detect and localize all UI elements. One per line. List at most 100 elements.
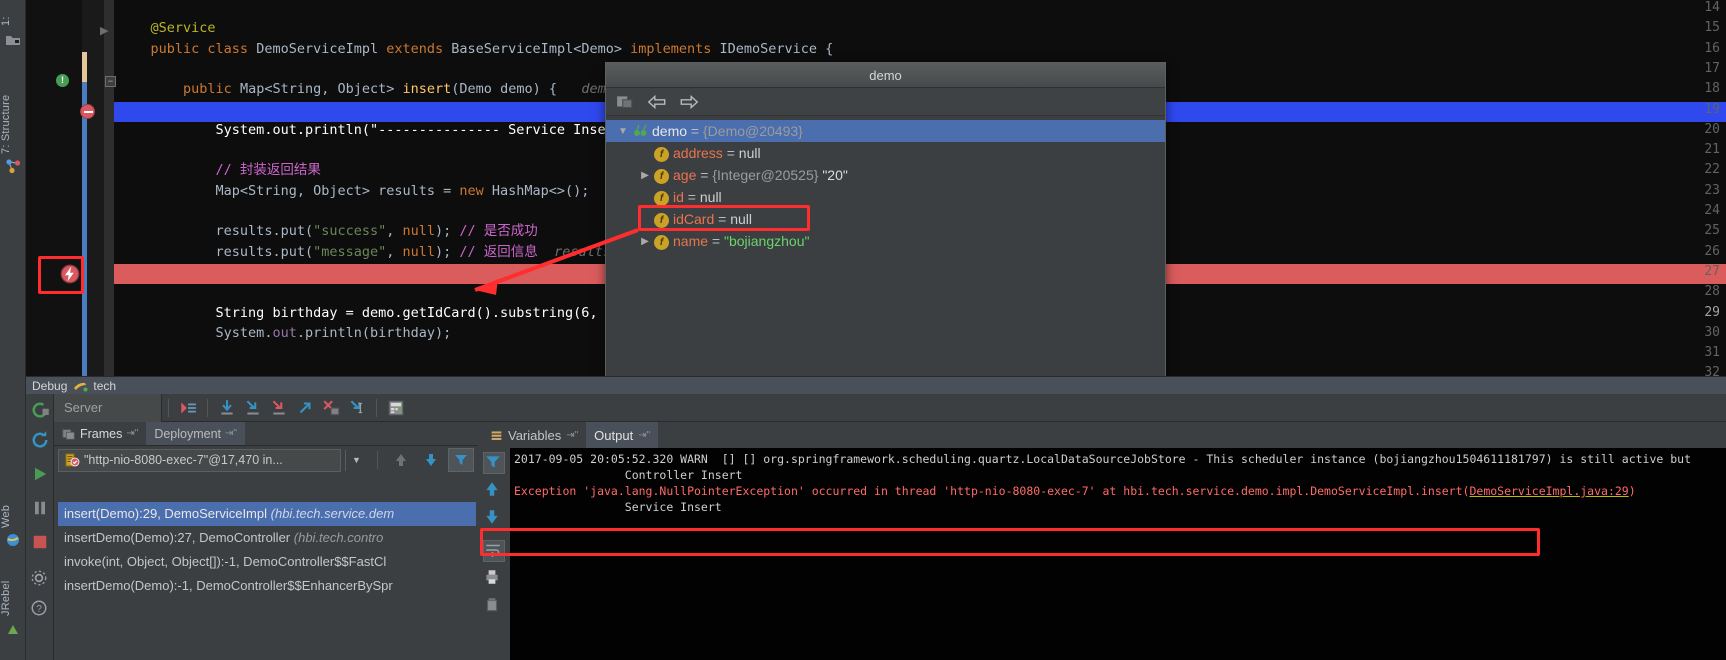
console-line: Service Insert — [514, 500, 722, 514]
tab-output[interactable]: Output ⇥" — [586, 422, 659, 448]
rerun-icon[interactable] — [30, 400, 50, 420]
scroll-to-end-icon[interactable] — [483, 452, 505, 474]
variable-inspector-popup[interactable]: demo ▼ demo = {Demo@20493} f address = null… — [605, 62, 1166, 400]
debug-window-label: Debug — [32, 378, 68, 393]
filter-icon[interactable] — [448, 448, 474, 472]
console-output[interactable]: 2017-09-05 20:05:52.320 WARN [] [] org.s… — [510, 448, 1726, 660]
popup-toolbar — [606, 88, 1165, 116]
help-icon[interactable]: ? — [30, 599, 50, 619]
code-line[interactable]: public class DemoServiceImpl extends Bas… — [114, 39, 1726, 59]
code-line[interactable]: @Service — [114, 18, 1726, 38]
debug-frame-marker[interactable] — [82, 82, 87, 376]
frame-row[interactable]: insert(Demo):29, DemoServiceImpl (hbi.te… — [58, 502, 476, 526]
field-icon: f — [654, 234, 669, 250]
implemented-method-icon[interactable]: ! — [56, 74, 69, 87]
toolbar-separator-2 — [207, 398, 208, 417]
tab-label: Variables — [508, 427, 562, 443]
toolbar-separator — [168, 398, 169, 417]
arrow-up-icon[interactable] — [388, 448, 414, 472]
debug-left-rail: ? — [26, 394, 54, 660]
step-over-icon[interactable] — [214, 396, 240, 420]
resume-icon[interactable] — [30, 464, 50, 484]
settings-icon[interactable] — [30, 569, 50, 589]
debug-window-body: ? Server Frames ⇥" Deployment ⇥" "http-n… — [26, 393, 1726, 660]
stacktrace-link[interactable]: DemoServiceImpl.java:29 — [1469, 484, 1628, 498]
ide-window: 1: 7: Structure Web JRebel 14 15 16 17 1… — [0, 0, 1726, 660]
frame-package: (hbi.tech.contro — [293, 530, 384, 545]
fold-collapse-icon[interactable]: − — [105, 76, 116, 87]
frames-list[interactable]: insert(Demo):29, DemoServiceImpl (hbi.te… — [58, 502, 476, 660]
variable-row[interactable]: ▶ f name = "bojiangzhou" — [606, 230, 1165, 252]
variable-value: {Demo@20493} — [703, 123, 803, 139]
tab-pin-icon[interactable]: ⇥" — [126, 428, 138, 439]
drop-frame-icon[interactable] — [318, 396, 344, 420]
frame-row[interactable]: insertDemo(Demo):-1, DemoController$$Enh… — [58, 574, 476, 598]
project-icon — [6, 36, 20, 45]
variable-row[interactable]: ▶ f age = {Integer@20525} "20" — [606, 164, 1165, 186]
forward-arrow-icon[interactable] — [678, 91, 700, 113]
evaluate-expression-icon[interactable] — [614, 91, 636, 113]
twisty-right-icon[interactable]: ▶ — [636, 165, 654, 187]
tab-variables[interactable]: Variables ⇥" — [482, 422, 586, 448]
force-step-into-icon[interactable] — [266, 396, 292, 420]
twisty-right-icon[interactable]: ▶ — [636, 231, 654, 253]
sidebar-item-jrebel[interactable]: JRebel — [0, 560, 26, 616]
run-to-cursor-icon[interactable] — [344, 396, 370, 420]
code-line[interactable] — [114, 0, 1726, 18]
arrow-down-icon[interactable] — [418, 448, 444, 472]
soft-wrap-icon[interactable] — [483, 540, 505, 562]
arrow-up-icon[interactable] — [483, 480, 505, 502]
tab-pin-icon[interactable]: ⇥" — [638, 430, 650, 441]
variable-row[interactable]: f address = null — [606, 142, 1165, 164]
step-into-icon[interactable] — [240, 396, 266, 420]
frames-icon — [62, 428, 75, 440]
frame-row[interactable]: invoke(int, Object, Object[]):-1, DemoCo… — [58, 550, 476, 574]
console-line: Exception 'java.lang.NullPointerExceptio… — [514, 484, 1636, 498]
frame-row[interactable]: insertDemo(Demo):27, DemoController (hbi… — [58, 526, 476, 550]
variable-name: age — [673, 167, 697, 183]
variable-row[interactable]: ▼ demo = {Demo@20493} — [606, 120, 1165, 142]
editor-folding-strip[interactable] — [104, 0, 114, 376]
back-arrow-icon[interactable] — [646, 91, 668, 113]
show-execution-point-icon[interactable] — [175, 396, 201, 420]
twisty-down-icon[interactable]: ▼ — [614, 121, 632, 143]
tab-deployment[interactable]: Deployment ⇥" — [146, 422, 245, 445]
variable-name: address — [673, 145, 723, 161]
thread-suspended-icon — [65, 453, 80, 467]
sidebar-item-project[interactable]: 1: — [0, 2, 26, 26]
restart-icon[interactable] — [30, 430, 50, 450]
changed-lines-marker[interactable] — [82, 52, 87, 82]
structure-icon — [6, 159, 21, 174]
sidebar-item-web[interactable]: Web — [0, 490, 26, 528]
clear-all-icon[interactable] — [483, 596, 505, 618]
evaluate-expression-icon[interactable] — [383, 396, 409, 420]
tomcat-icon — [74, 382, 88, 391]
frames-tabbar: Frames ⇥" Deployment ⇥" — [54, 422, 478, 446]
tab-pin-icon[interactable]: ⇥" — [225, 428, 237, 439]
variable-tree[interactable]: ▼ demo = {Demo@20493} f address = null ▶ f age… — [606, 116, 1165, 399]
variable-name: id — [673, 189, 684, 205]
print-icon[interactable] — [483, 568, 505, 590]
arrow-down-icon[interactable] — [483, 508, 505, 530]
variable-equals: = — [696, 167, 713, 183]
console-rail — [478, 448, 510, 660]
run-method-icon[interactable]: ▶ — [100, 24, 108, 37]
chevron-down-icon[interactable]: ▼ — [345, 449, 367, 471]
breakpoint-icon[interactable] — [80, 104, 95, 119]
thread-selector[interactable]: "http-nio-8080-exec-7"@17,470 in... — [58, 448, 341, 472]
tab-pin-icon[interactable]: ⇥" — [566, 430, 578, 441]
exception-breakpoint-icon[interactable] — [60, 264, 80, 284]
tab-frames[interactable]: Frames ⇥" — [54, 422, 147, 445]
pause-icon[interactable] — [30, 498, 50, 518]
field-icon: f — [654, 190, 669, 206]
tab-label: Frames — [80, 426, 123, 441]
step-out-icon[interactable] — [292, 396, 318, 420]
variable-equals: = — [722, 145, 739, 161]
sidebar-item-structure[interactable]: 7: Structure — [0, 62, 26, 154]
frames-pane: Frames ⇥" Deployment ⇥" "http-nio-8080-exec… — [54, 422, 478, 660]
variable-row[interactable]: f id = null — [606, 186, 1165, 208]
variable-row[interactable]: f idCard = null — [606, 208, 1165, 230]
thread-name: "http-nio-8080-exec-7"@17,470 in... — [84, 453, 283, 467]
tab-server[interactable]: Server — [54, 393, 162, 422]
stop-icon[interactable] — [30, 532, 50, 552]
